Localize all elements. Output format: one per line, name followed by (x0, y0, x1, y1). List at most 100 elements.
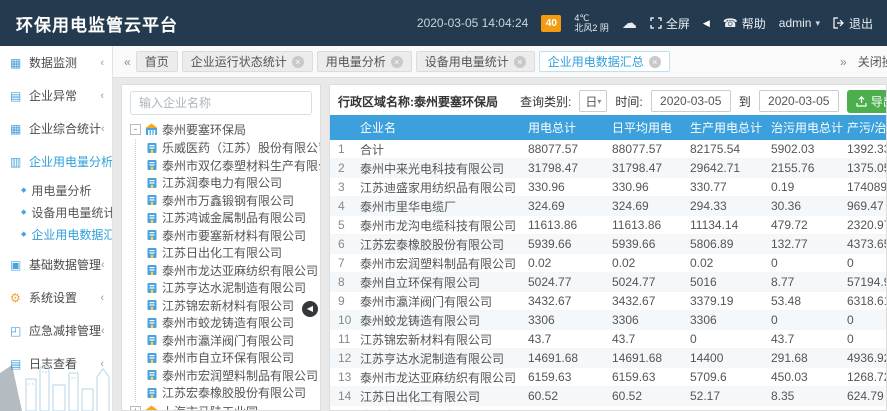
tree-item[interactable]: 江苏润泰电力有限公司 (146, 174, 320, 192)
sidebar-item-6[interactable]: ⚙系统设置‹ (0, 281, 112, 314)
sidebar-item-2[interactable]: ▤企业异常‹ (0, 79, 112, 112)
tab-4[interactable]: 设备用电量统计× (416, 51, 535, 72)
table-row[interactable]: 14江苏日出化工有限公司60.5260.5252.178.35624.79 (330, 387, 886, 406)
tab-5[interactable]: 企业用电数据汇总 × (539, 51, 670, 72)
tab-label: 企业运行状态统计 (191, 53, 287, 70)
table-row[interactable]: 13泰州市龙达亚麻纺织有限公司6159.636159.635709.6450.0… (330, 368, 886, 387)
tree-item[interactable]: 泰州市要塞新材料有限公司 (146, 227, 320, 245)
tree-root[interactable]: -泰州要塞环保局 (130, 120, 320, 139)
tree-item[interactable]: 江苏日出化工有限公司 (146, 244, 320, 262)
table-row[interactable]: 1合计88077.5788077.5782175.545902.031392.3… (330, 140, 886, 159)
sidebar-item-7[interactable]: ◰应急减排管理‹ (0, 314, 112, 347)
row-number: 6 (330, 237, 360, 251)
column-header: 用电总计 (528, 119, 612, 136)
table-row[interactable]: 8泰州自立环保有限公司5024.775024.7750168.7757194.9… (330, 273, 886, 292)
tree-item[interactable]: 乐威医药（江苏）股份有限公司 (146, 139, 320, 157)
category-select[interactable]: 日 ▾ (579, 90, 607, 112)
table-row[interactable]: 5泰州市龙沟电缆科技有限公司11613.8611613.8611134.1447… (330, 216, 886, 235)
enterprise-search-input[interactable] (130, 91, 312, 115)
tree-item[interactable]: 泰州市蛟龙铸造有限公司 (146, 314, 320, 332)
cell-value: 3432.67 (528, 294, 612, 308)
bullet-icon: ◆ (21, 186, 26, 194)
cell-value: 0.02 (612, 256, 690, 270)
table-row[interactable]: 6江苏宏泰橡胶股份有限公司5939.665939.665806.89132.77… (330, 235, 886, 254)
export-button[interactable]: 导出 (847, 90, 887, 113)
tree-item[interactable]: 江苏宏泰橡胶股份有限公司 (146, 384, 320, 402)
tab-label: 企业用电数据汇总 (548, 53, 644, 70)
table-row[interactable]: 11江苏锦宏新材料有限公司43.743.7043.70 (330, 330, 886, 349)
sidebar-item-3[interactable]: ▦企业综合统计‹ (0, 112, 112, 145)
row-number: 11 (330, 332, 360, 346)
app-header: 环保用电监管云平台 2020-03-05 14:04:24 40 4℃ 北风2 … (0, 0, 887, 46)
tabs-scroll-right-icon[interactable]: » (840, 55, 847, 69)
header-right: 2020-03-05 14:04:24 40 4℃ 北风2 阴 ☁ 全屏 ◀ ☎… (417, 13, 887, 33)
cell-value: 324.69 (528, 199, 612, 213)
tree-item[interactable]: 泰州市双亿泰塑材料生产有限公司 (146, 157, 320, 175)
cell-value: 0 (847, 332, 887, 346)
tab-close-icon[interactable]: × (391, 56, 403, 68)
tree-item[interactable]: 泰州市宏润塑料制品有限公司 (146, 367, 320, 385)
date-from-input[interactable] (651, 90, 731, 112)
logout-button[interactable]: 退出 (833, 15, 873, 32)
tab-close-icon[interactable]: × (292, 56, 304, 68)
sidebar-item-5[interactable]: ▣基础数据管理‹ (0, 248, 112, 281)
username-text: admin (779, 16, 812, 30)
table-row[interactable]: 2泰州中来光电科技有限公司31798.4731798.4729642.71215… (330, 159, 886, 178)
column-header: 日平均用电 (612, 119, 690, 136)
tree-item[interactable]: 泰州市自立环保有限公司 (146, 349, 320, 367)
fullscreen-button[interactable]: 全屏 (650, 15, 690, 32)
table-row[interactable]: 4泰州市里华电缆厂324.69324.69294.3330.36969.47 (330, 197, 886, 216)
tab-close-icon[interactable]: × (649, 56, 661, 68)
tree-expander-icon[interactable]: + (130, 406, 141, 411)
sidebar-item-1[interactable]: ▦数据监测‹ (0, 46, 112, 79)
sidebar-item-4[interactable]: ▥企业用电量分析∨ (0, 145, 112, 178)
close-operations-menu[interactable]: 关闭操作 (858, 53, 887, 70)
sidebar-subitem[interactable]: ◆用电量分析 (0, 179, 112, 201)
tree-expander-icon[interactable]: - (130, 124, 141, 135)
table-row[interactable]: 7泰州市宏润塑料制品有限公司0.020.020.0200 (330, 254, 886, 273)
tree-root-label: 上海市马陆工业园 (162, 403, 258, 411)
sidebar-subitem[interactable]: ◆企业用电数据汇总 (0, 223, 112, 245)
tree-root[interactable]: + 上海市马陆工业园 (130, 402, 320, 411)
date-to-input[interactable] (759, 90, 839, 112)
row-number: 4 (330, 199, 360, 213)
tree-item[interactable]: 泰州市龙达亚麻纺织有限公司 (146, 262, 320, 280)
help-label: 帮助 (742, 15, 766, 32)
column-header: 生产用电总计 (690, 119, 771, 136)
table-row[interactable]: 9泰州市瀛洋阀门有限公司3432.673432.673379.1953.4863… (330, 292, 886, 311)
tree-item[interactable]: 江苏鸿诚金属制品有限公司 (146, 209, 320, 227)
panel-collapse-icon[interactable]: ◀ (302, 301, 318, 317)
company-name: 江苏日出化工有限公司 (360, 388, 528, 405)
company-name: 泰州市龙达亚麻纺织有限公司 (360, 369, 528, 386)
weather-text: 4℃ 北风2 阴 (574, 13, 609, 33)
temperature-text: 4℃ (574, 13, 609, 23)
table-row[interactable]: 15泰州市万鑫锻钢有限公司830.04830.04772.4357.611340… (330, 406, 886, 411)
caret-down-icon: ▾ (597, 97, 601, 106)
cell-value: 31798.47 (612, 161, 690, 175)
help-button[interactable]: ☎ 帮助 (723, 15, 766, 32)
tab-close-icon[interactable]: × (514, 56, 526, 68)
tree-item[interactable]: 江苏亨达水泥制造有限公司 (146, 279, 320, 297)
table-row[interactable]: 12江苏亨达水泥制造有限公司14691.6814691.6814400291.6… (330, 349, 886, 368)
tree-item[interactable]: 泰州市瀛洋阀门有限公司 (146, 332, 320, 350)
tab-2[interactable]: 企业运行状态统计 × (182, 51, 313, 72)
cell-value: 14691.68 (528, 351, 612, 365)
tree-item[interactable]: 江苏锦宏新材料有限公司 (146, 297, 320, 315)
sidebar-subitem[interactable]: ◆设备用电量统计 (0, 201, 112, 223)
table-row[interactable]: 10泰州蛟龙铸造有限公司33063306330600 (330, 311, 886, 330)
cell-value: 11613.86 (528, 218, 612, 232)
sidebar-item-label: 企业用电量分析 (29, 153, 113, 170)
row-number: 2 (330, 161, 360, 175)
tree-item-label: 江苏鸿诚金属制品有限公司 (162, 209, 306, 226)
collapse-left-icon[interactable]: ◀ (703, 18, 710, 29)
tabs-scroll-left-icon[interactable]: « (124, 55, 131, 69)
export-label: 导出 (871, 93, 887, 110)
table-row[interactable]: 3江苏迪盛家用纺织品有限公司330.96330.96330.770.191740… (330, 178, 886, 197)
document-icon: ▤ (10, 89, 26, 103)
tree-item[interactable]: 泰州市万鑫锻钢有限公司 (146, 192, 320, 210)
tab-3[interactable]: 用电量分析× (317, 51, 412, 72)
enterprise-icon (146, 159, 158, 171)
tab-1[interactable]: 首页 (136, 51, 178, 72)
cell-value: 88077.57 (528, 142, 612, 156)
user-menu[interactable]: admin ▾ (779, 16, 820, 30)
